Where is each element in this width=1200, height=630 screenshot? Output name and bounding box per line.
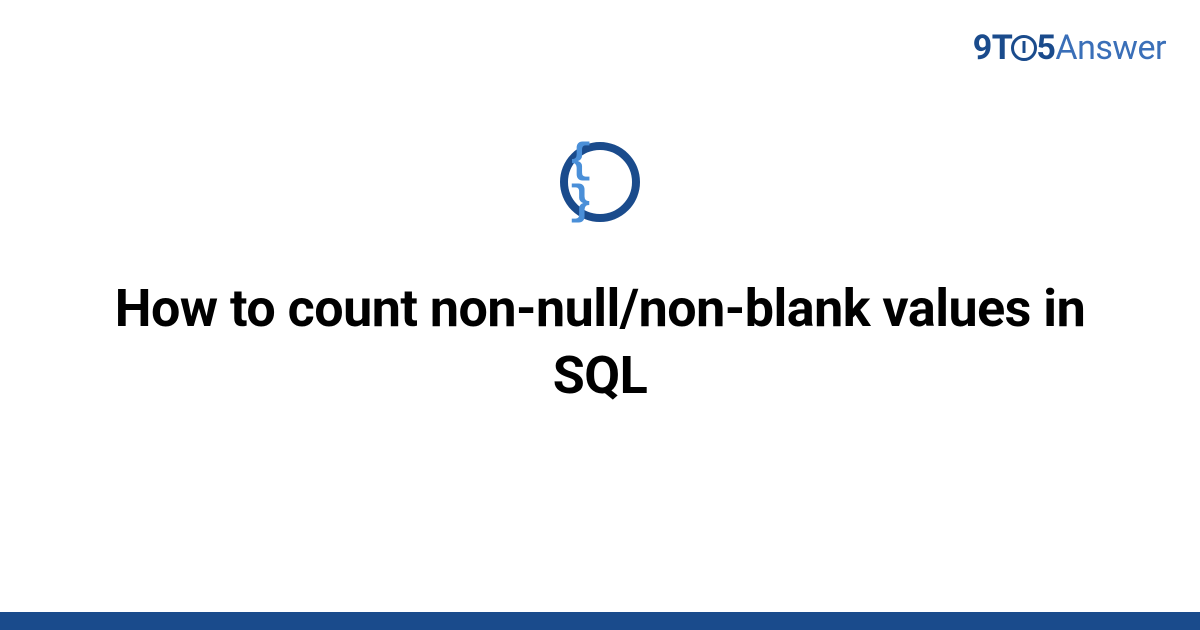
logo-9t: 9T: [973, 28, 1013, 68]
braces-glyph: { }: [568, 140, 632, 224]
code-braces-icon: { }: [560, 142, 640, 222]
footer-accent-bar: [0, 612, 1200, 630]
logo-clock-icon: [1011, 35, 1037, 61]
main-content: { } How to count non-null/non-blank valu…: [0, 142, 1200, 409]
logo-5: 5: [1036, 28, 1055, 68]
site-logo: 9T 5Answer: [973, 28, 1166, 68]
page-title: How to count non-null/non-blank values i…: [80, 276, 1120, 409]
logo-answer: Answer: [1055, 28, 1166, 68]
